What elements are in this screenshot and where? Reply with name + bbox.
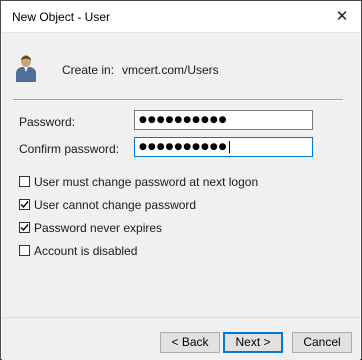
window-title: New Object - User [12,10,111,24]
checkmark-icon [20,224,29,232]
checkmark-icon [20,201,29,209]
create-in-path: vmcert.com/Users [122,63,219,77]
button-bar: < Back Next > Cancel [2,317,360,360]
dialog-body: Create in: vmcert.com/Users Password: ●●… [2,33,360,317]
cancel-button[interactable]: Cancel [292,332,352,353]
checkbox-label: Account is disabled [34,244,138,258]
password-field[interactable]: ●●●●●●●●●● [134,110,313,130]
checkbox-label: Password never expires [34,221,163,235]
checkbox[interactable] [19,222,30,233]
checkbox[interactable] [19,176,30,187]
close-icon[interactable]: ✕ [328,4,356,30]
confirm-password-field[interactable]: ●●●●●●●●●● [134,137,313,157]
next-button[interactable]: Next > [223,332,283,353]
back-button[interactable]: < Back [160,332,220,353]
dialog-window: New Object - User ✕ Create in: vmcert.co… [0,0,362,360]
checkbox-label: User must change password at next logon [34,175,259,189]
create-in-label: Create in: [62,63,115,77]
password-mask: ●●●●●●●●●● [139,115,228,125]
checkbox[interactable] [19,199,30,210]
confirm-password-mask: ●●●●●●●●●● [139,142,228,152]
checkbox-label: User cannot change password [34,198,197,212]
divider [13,99,343,101]
password-label: Password: [19,115,76,129]
confirm-password-label: Confirm password: [19,142,120,156]
checkbox[interactable] [19,245,30,256]
user-icon [16,55,36,82]
text-caret [228,140,230,153]
title-bar[interactable]: New Object - User ✕ [2,2,360,33]
